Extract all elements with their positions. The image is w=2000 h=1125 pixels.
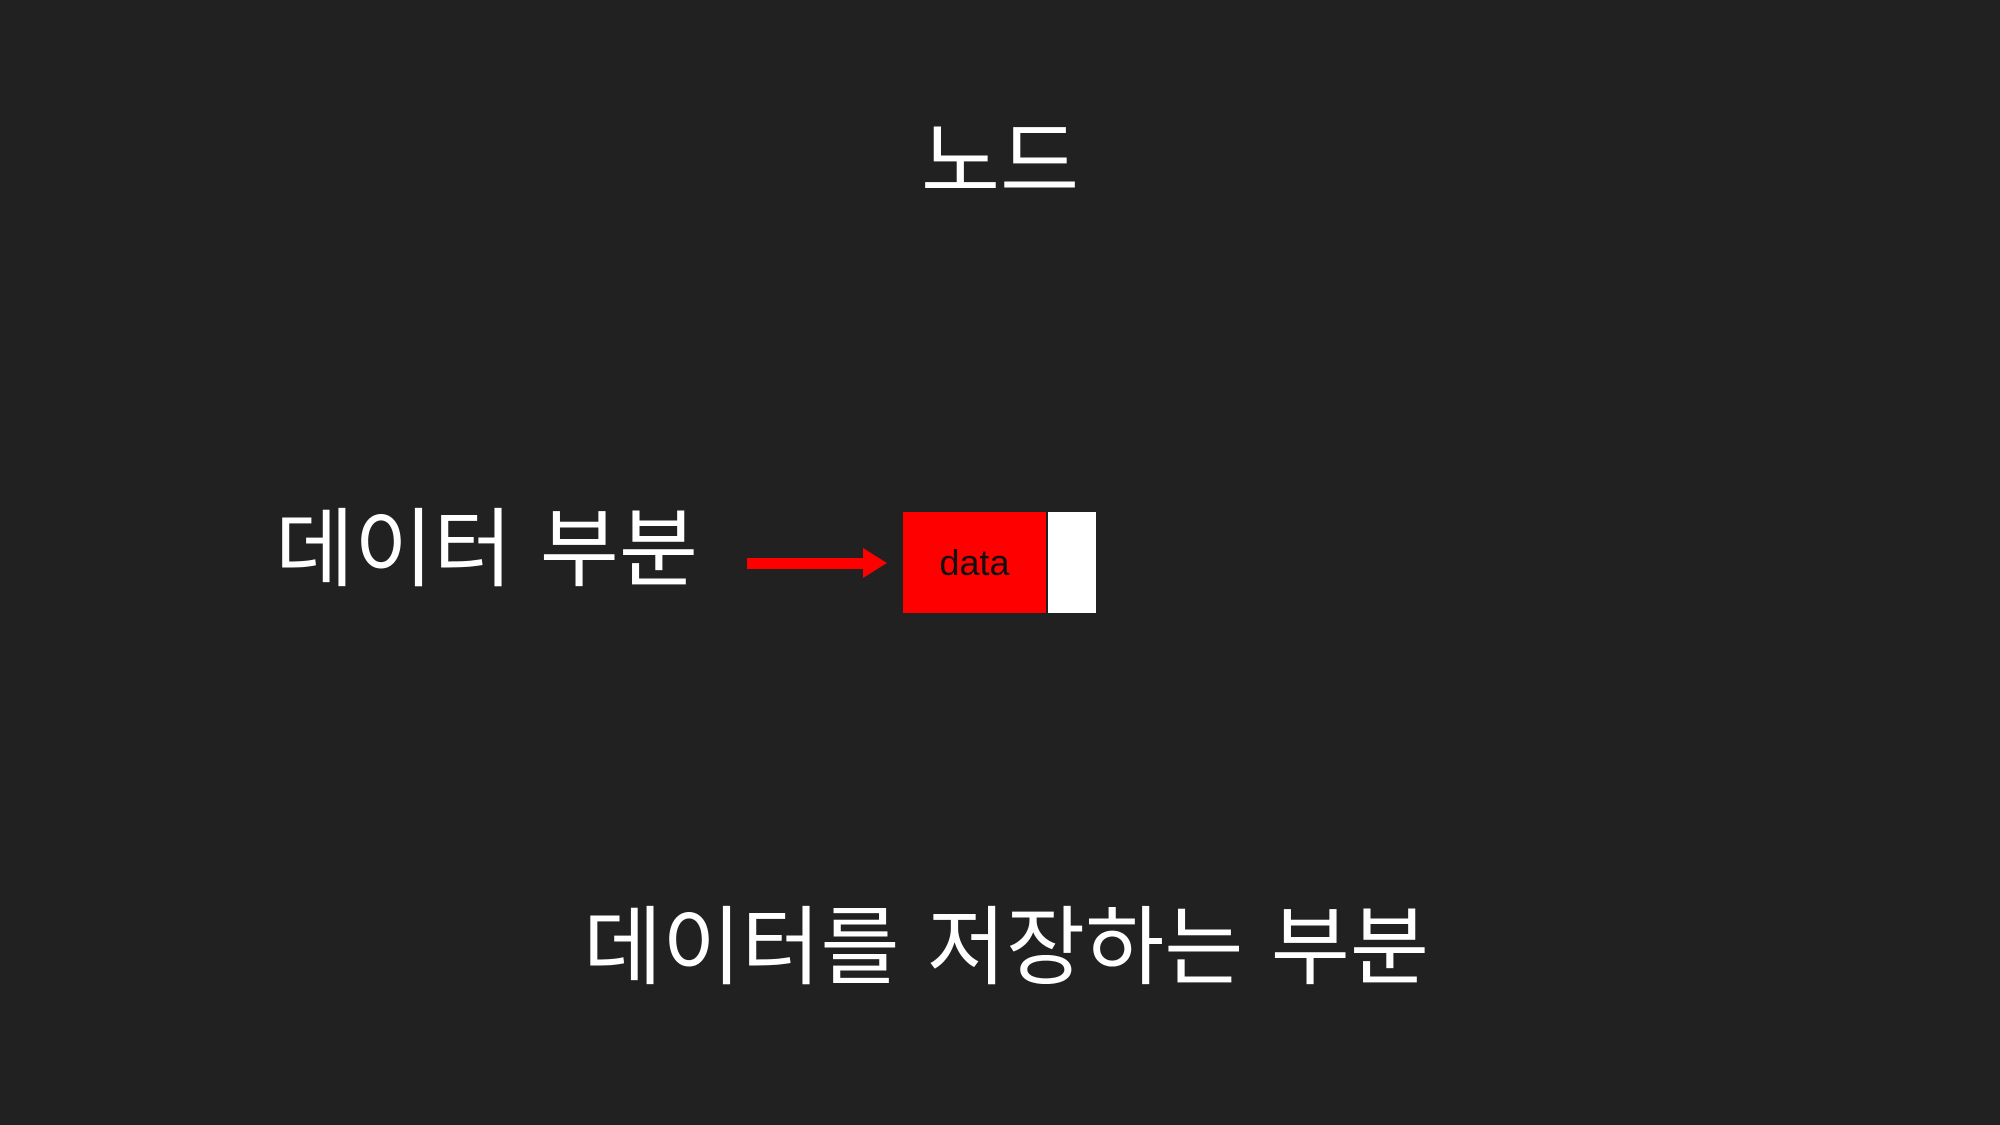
data-part-description: 데이터를 저장하는 부분 xyxy=(583,898,1429,998)
node-data-label: data xyxy=(939,541,1010,583)
slide-title: 노드 xyxy=(920,112,1080,212)
arrow-shaft xyxy=(747,558,867,569)
arrow-head xyxy=(863,548,887,578)
linked-list-node: data xyxy=(903,512,1096,613)
node-link-part xyxy=(1048,512,1096,613)
pointer-arrow xyxy=(747,548,887,578)
node-data-part: data xyxy=(903,512,1048,613)
data-part-label: 데이터 부분 xyxy=(275,500,698,600)
